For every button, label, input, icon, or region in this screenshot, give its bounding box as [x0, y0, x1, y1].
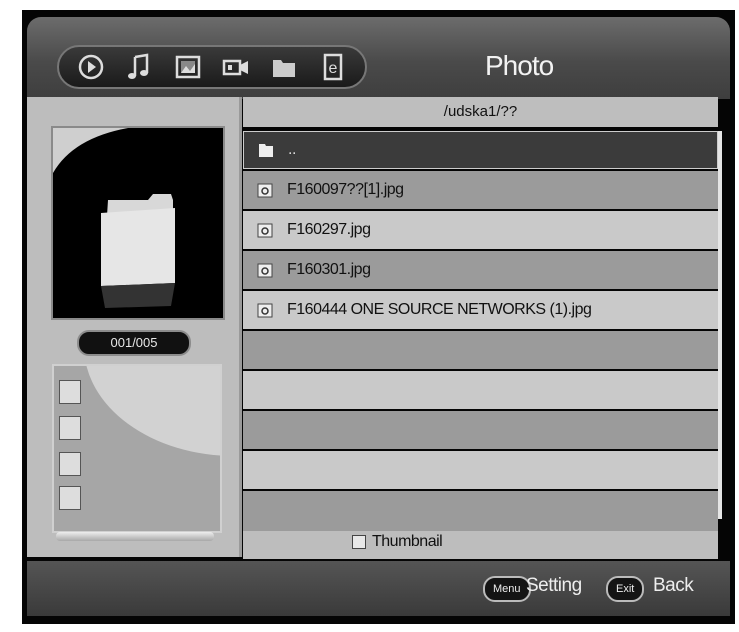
thumbnail-checkbox[interactable]: [352, 535, 366, 549]
thumb-folder-icon[interactable]: [59, 452, 81, 476]
file-list: .. F160097??[1].jpg F160297.jpg F160301.…: [243, 131, 718, 531]
list-item[interactable]: ..: [243, 131, 718, 169]
bottom-strip: [243, 531, 718, 559]
thumb-photo-icon[interactable]: [59, 486, 81, 510]
thumbnail-label: Thumbnail: [372, 533, 443, 550]
thumb-broken-image-icon[interactable]: [59, 380, 81, 404]
file-name: ..: [288, 141, 296, 158]
empty-row: [243, 331, 718, 369]
file-list-scrollbar[interactable]: [718, 131, 722, 519]
list-item[interactable]: F160297.jpg: [243, 211, 718, 249]
thumbnail-strip: [52, 364, 222, 533]
photo-file-icon: [255, 220, 275, 240]
music-icon[interactable]: [124, 52, 154, 82]
folder-icon[interactable]: [269, 52, 299, 82]
thumbnail-toggle[interactable]: Thumbnail: [352, 533, 443, 551]
folder-icon: [256, 140, 276, 160]
file-counter: 001/005: [77, 330, 191, 356]
photo-file-icon: [255, 180, 275, 200]
setting-button[interactable]: Setting: [526, 575, 582, 597]
ebook-icon[interactable]: e: [318, 52, 348, 82]
empty-row: [243, 491, 718, 531]
path-breadcrumb: /udska1/??: [243, 97, 718, 127]
preview-pane: [51, 126, 225, 320]
list-item[interactable]: F160097??[1].jpg: [243, 171, 718, 209]
list-item[interactable]: F160444 ONE SOURCE NETWORKS (1).jpg: [243, 291, 718, 329]
video-icon[interactable]: [221, 52, 251, 82]
page-title: Photo: [485, 50, 554, 81]
svg-text:e: e: [328, 60, 337, 77]
back-button[interactable]: Back: [653, 575, 694, 597]
play-icon[interactable]: [76, 52, 106, 82]
empty-row: [243, 411, 718, 449]
empty-row: [243, 451, 718, 489]
decor-curve: [84, 366, 220, 456]
menu-key-badge: Menu: [483, 576, 531, 602]
file-name: F160301.jpg: [287, 261, 371, 278]
file-name: F160097??[1].jpg: [287, 181, 404, 198]
list-item[interactable]: F160301.jpg: [243, 251, 718, 289]
photo-file-icon: [255, 260, 275, 280]
file-name: F160297.jpg: [287, 221, 371, 238]
file-name: F160444 ONE SOURCE NETWORKS (1).jpg: [287, 301, 592, 318]
folder-preview-image: [53, 128, 175, 308]
photo-icon[interactable]: [173, 52, 203, 82]
top-bar: e Photo: [27, 17, 730, 99]
tv-frame: e Photo 001/005 /udska1/?? .. F160097??[…: [0, 0, 739, 632]
left-scrollbar[interactable]: [56, 532, 214, 541]
photo-file-icon: [255, 300, 275, 320]
thumb-person-icon[interactable]: [59, 416, 81, 440]
exit-key-badge: Exit: [606, 576, 645, 602]
media-type-bar: e: [57, 45, 367, 89]
empty-row: [243, 371, 718, 409]
